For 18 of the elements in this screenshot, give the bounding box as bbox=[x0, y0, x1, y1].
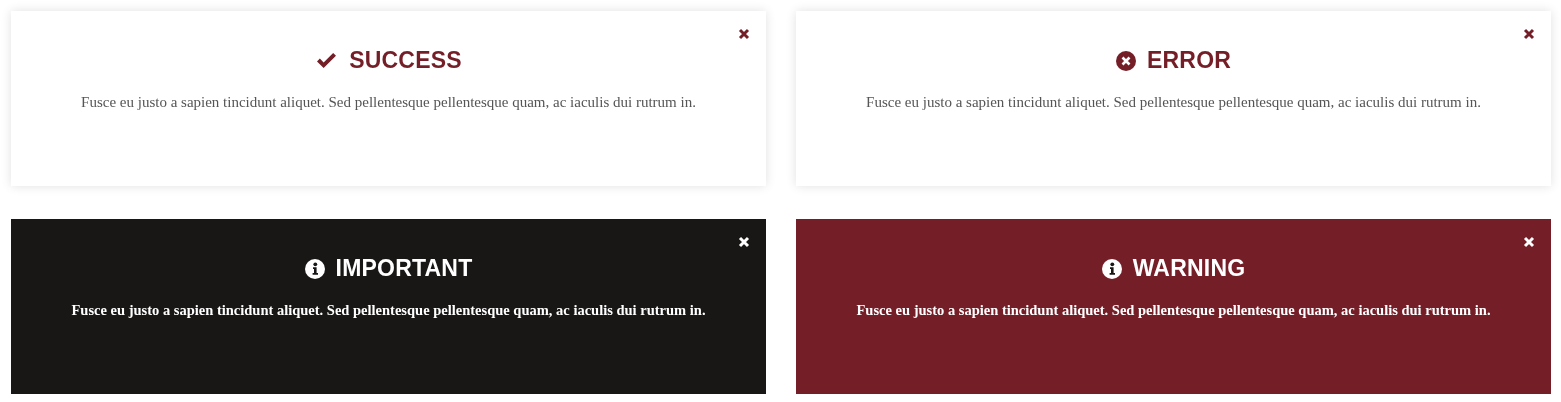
alert-title: WARNING bbox=[1132, 255, 1246, 282]
close-button[interactable] bbox=[738, 28, 750, 40]
check-icon bbox=[315, 51, 339, 70]
close-button[interactable] bbox=[1523, 28, 1535, 40]
info-icon bbox=[304, 258, 325, 279]
close-icon bbox=[1523, 28, 1535, 40]
info-icon bbox=[1101, 258, 1122, 279]
alert-message: Fusce eu justo a sapien tincidunt aliquet. Sed pellentesque pellentesque quam, ac iaculis dui rutrum in. bbox=[71, 302, 706, 319]
alert-message: Fusce eu justo a sapien tincidunt aliquet. Sed pellentesque pellentesque quam, ac iaculis dui rutrum in. bbox=[81, 94, 696, 111]
error-icon bbox=[1115, 50, 1136, 71]
alert-message: Fusce eu justo a sapien tincidunt aliquet. Sed pellentesque pellentesque quam, ac iaculis dui rutrum in. bbox=[856, 302, 1491, 319]
close-icon bbox=[1523, 236, 1535, 248]
close-icon bbox=[738, 236, 750, 248]
close-icon bbox=[738, 28, 750, 40]
alert-title: SUCCESS bbox=[349, 47, 462, 74]
alert-title: ERROR bbox=[1146, 47, 1232, 74]
alert-message: Fusce eu justo a sapien tincidunt aliquet. Sed pellentesque pellentesque quam, ac iaculis dui rutrum in. bbox=[866, 94, 1481, 111]
alert-title: IMPORTANT bbox=[335, 255, 473, 282]
